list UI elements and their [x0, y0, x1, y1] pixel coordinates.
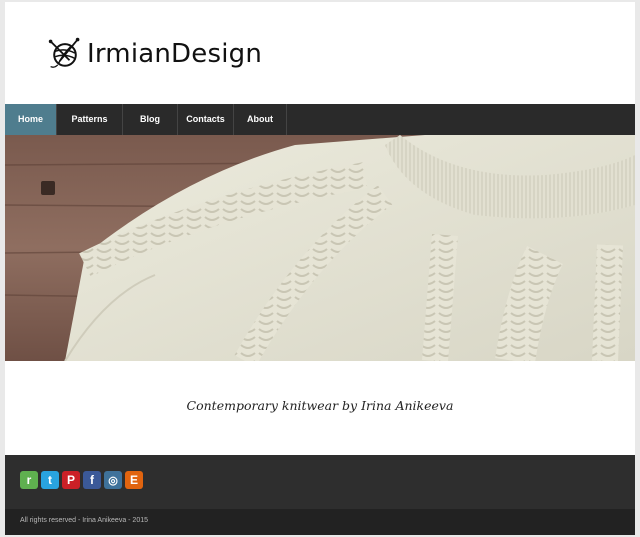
instagram-icon[interactable]: ◎ — [104, 471, 122, 489]
nav-item-home[interactable]: Home — [5, 104, 57, 135]
main-nav: Home Patterns Blog Contacts About — [5, 104, 635, 135]
tagline: Contemporary knitwear by Irina Anikeeva — [186, 398, 454, 413]
nav-item-about[interactable]: About — [234, 104, 287, 135]
site-title: IrmianDesign — [87, 39, 263, 69]
pinterest-icon[interactable]: P — [62, 471, 80, 489]
etsy-icon[interactable]: E — [125, 471, 143, 489]
nav-item-blog[interactable]: Blog — [123, 104, 178, 135]
copyright-text: All rights reserved - Irina Anikeeva - 2… — [20, 517, 149, 524]
facebook-icon[interactable]: f — [83, 471, 101, 489]
sweater-photo — [5, 135, 635, 361]
social-links: r t P f ◎ E — [20, 471, 143, 489]
nav-item-contacts[interactable]: Contacts — [178, 104, 234, 135]
nav-item-patterns[interactable]: Patterns — [57, 104, 123, 135]
page: IrmianDesign Home Patterns Blog Contacts… — [5, 2, 635, 535]
footer: r t P f ◎ E All rights reserved - Irina … — [5, 455, 635, 535]
yarn-ball-icon — [48, 37, 80, 68]
hero-image — [5, 135, 635, 361]
ravelry-icon[interactable]: r — [20, 471, 38, 489]
twitter-icon[interactable]: t — [41, 471, 59, 489]
site-logo[interactable]: IrmianDesign — [47, 34, 262, 74]
header: IrmianDesign — [5, 2, 635, 104]
